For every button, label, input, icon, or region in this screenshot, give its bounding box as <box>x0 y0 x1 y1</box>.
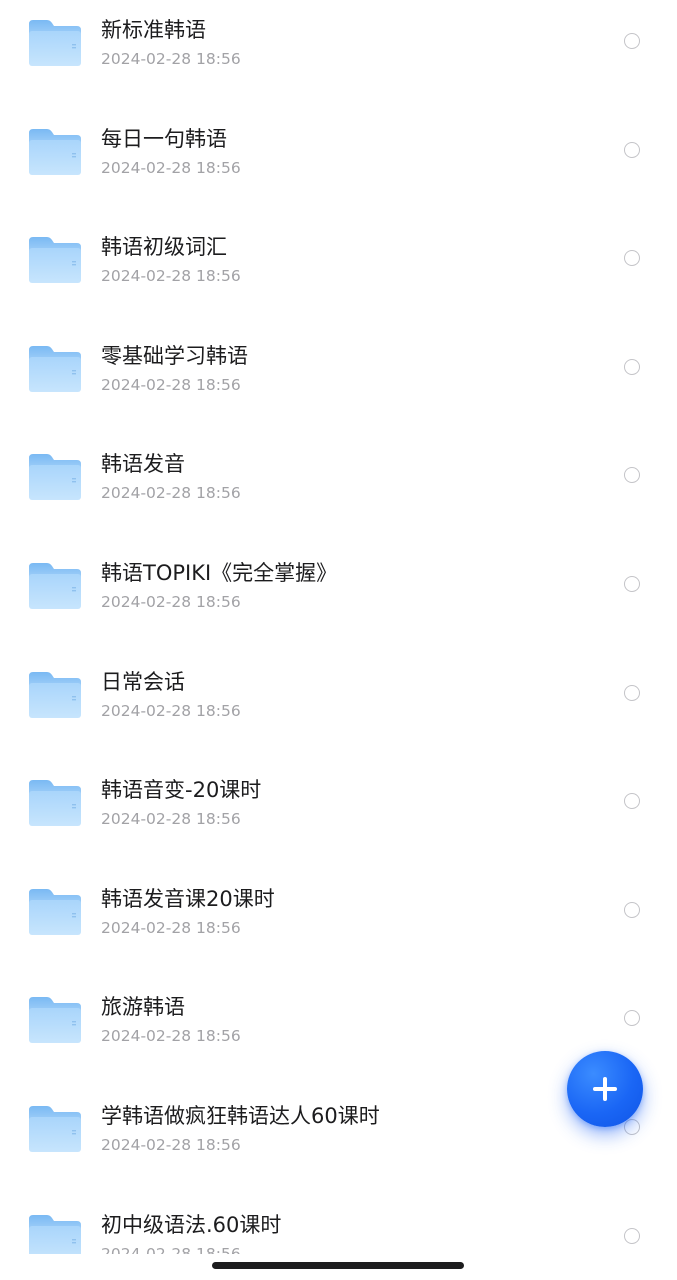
radio-unchecked-icon[interactable] <box>624 793 640 810</box>
folder-icon <box>27 1104 83 1154</box>
folder-name: 旅游韩语 <box>101 995 185 1020</box>
folder-date: 2024-02-28 18:56 <box>101 50 241 68</box>
folder-name: 每日一句韩语 <box>101 126 227 151</box>
list-item[interactable]: 韩语初级词汇 2024-02-28 18:56 <box>0 217 677 326</box>
radio-unchecked-icon[interactable] <box>624 1119 640 1135</box>
folder-icon <box>27 127 83 177</box>
folder-date: 2024-02-28 18:56 <box>101 1136 241 1154</box>
folder-date: 2024-02-28 18:56 <box>101 593 241 611</box>
folder-icon <box>27 1213 83 1254</box>
folder-date: 2024-02-28 18:56 <box>101 701 241 720</box>
plus-icon <box>593 1077 617 1101</box>
radio-unchecked-icon[interactable] <box>624 576 640 592</box>
radio-unchecked-icon[interactable] <box>624 684 640 701</box>
folder-date: 2024-02-28 18:56 <box>101 1027 241 1046</box>
file-browser-screen: 新标准韩语 2024-02-28 18:56 每日一句韩语 2024-02-28 18… <box>0 0 677 1280</box>
folder-date: 2024-02-28 18:56 <box>101 375 241 394</box>
list-item[interactable]: 初中级语法.60课时 2024-02-28 18:56 <box>0 1195 677 1254</box>
folder-name: 日常会话 <box>101 669 185 694</box>
radio-unchecked-icon[interactable] <box>624 1227 640 1244</box>
list-item[interactable]: 零基础学习韩语 2024-02-28 18:56 <box>0 326 677 435</box>
radio-unchecked-icon[interactable] <box>624 901 640 918</box>
folder-icon <box>27 995 83 1045</box>
folder-name: 新标准韩语 <box>101 18 206 42</box>
radio-unchecked-icon[interactable] <box>624 250 640 267</box>
folder-date: 2024-02-28 18:56 <box>101 810 241 829</box>
list-item[interactable]: 韩语音变-20课时 2024-02-28 18:56 <box>0 760 677 869</box>
folder-icon <box>27 18 83 68</box>
folder-name: 零基础学习韩语 <box>101 343 248 368</box>
add-button[interactable] <box>567 1051 643 1127</box>
list-item[interactable]: 每日一句韩语 2024-02-28 18:56 <box>0 109 677 218</box>
list-item[interactable]: 日常会话 2024-02-28 18:56 <box>0 652 677 761</box>
radio-unchecked-icon[interactable] <box>624 358 640 375</box>
folder-icon <box>27 778 83 828</box>
radio-unchecked-icon[interactable] <box>624 141 640 158</box>
folder-date: 2024-02-28 18:56 <box>101 918 241 937</box>
folder-icon <box>27 452 83 502</box>
folder-icon <box>27 344 83 394</box>
folder-icon <box>27 561 83 611</box>
folder-icon <box>27 670 83 720</box>
folder-date: 2024-02-28 18:56 <box>101 484 241 503</box>
folder-date: 2024-02-28 18:56 <box>101 1244 241 1254</box>
radio-unchecked-icon[interactable] <box>624 1010 640 1027</box>
folder-name: 韩语发音 <box>101 452 185 477</box>
folder-name: 韩语TOPIKI《完全掌握》 <box>101 561 338 585</box>
list-item[interactable]: 韩语发音课20课时 2024-02-28 18:56 <box>0 869 677 978</box>
folder-icon <box>27 235 83 285</box>
folder-name: 初中级语法.60课时 <box>101 1212 282 1237</box>
folder-name: 韩语初级词汇 <box>101 235 227 260</box>
folder-name: 韩语发音课20课时 <box>101 886 275 911</box>
folder-date: 2024-02-28 18:56 <box>101 267 241 286</box>
list-item[interactable]: 新标准韩语 2024-02-28 18:56 <box>0 0 677 109</box>
folder-icon <box>27 887 83 937</box>
folder-name: 学韩语做疯狂韩语达人60课时 <box>101 1104 380 1128</box>
folder-date: 2024-02-28 18:56 <box>101 158 241 177</box>
radio-unchecked-icon[interactable] <box>624 467 640 484</box>
list-item[interactable]: 韩语TOPIKI《完全掌握》 2024-02-28 18:56 <box>0 543 677 652</box>
list-item[interactable]: 韩语发音 2024-02-28 18:56 <box>0 434 677 543</box>
folder-name: 韩语音变-20课时 <box>101 778 262 803</box>
radio-unchecked-icon[interactable] <box>624 33 640 49</box>
home-indicator[interactable] <box>212 1262 464 1269</box>
